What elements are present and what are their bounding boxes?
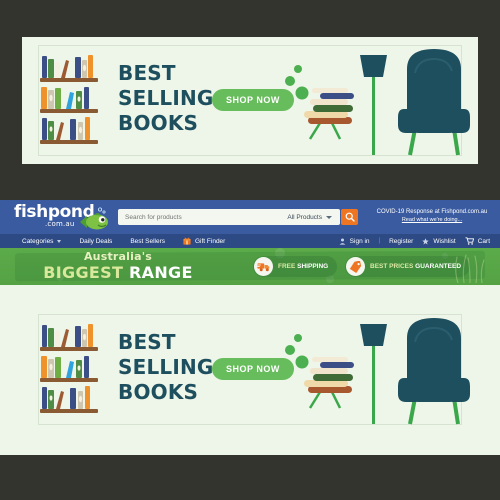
nav-item-gift-finder[interactable]: Gift Finder — [183, 237, 225, 245]
bookshelf-illustration — [40, 55, 98, 144]
headline-line-1: BEST — [118, 330, 176, 354]
fish-mascot-icon — [80, 207, 108, 230]
sign-in-link[interactable]: Sign in — [339, 238, 370, 245]
cart-label: Cart — [477, 237, 490, 245]
nav-item-best-sellers[interactable]: Best Sellers — [130, 238, 165, 245]
star-icon — [422, 237, 430, 244]
nav-left-group: Categories Daily Deals Best Sellers Gift… — [0, 237, 225, 245]
banner-headline: BEST SELLING BOOKS — [118, 330, 214, 405]
headline-line-3: BOOKS — [118, 380, 199, 404]
headline-line-3: BOOKS — [118, 111, 199, 135]
price-tag-icon — [346, 257, 365, 276]
site-mockup: fishpond. .com.au All Products — [0, 200, 500, 455]
promo-range: RANGE — [129, 263, 193, 282]
covid-notice[interactable]: COVID-19 Response at Fishpond.com.au Rea… — [367, 208, 497, 224]
cart-link[interactable]: Cart — [465, 237, 490, 245]
search-icon — [345, 212, 355, 222]
chevron-down-icon[interactable] — [326, 215, 332, 219]
headline-line-1: BEST — [118, 61, 176, 85]
register-link[interactable]: Register — [389, 238, 413, 245]
wishlist-link[interactable]: Wishlist — [422, 237, 456, 245]
site-banner-bestselling-books: BEST SELLING BOOKS SHOP NOW — [22, 306, 478, 433]
search-category-select[interactable]: All Products — [287, 214, 326, 221]
headline-line-2: SELLING — [118, 86, 214, 110]
screenshot-root: BEST SELLING BOOKS SHOP NOW fishpond. .c… — [0, 0, 500, 500]
covid-notice-link[interactable]: Read what we're doing... — [367, 216, 497, 224]
truck-icon — [254, 257, 273, 276]
chevron-down-icon — [57, 239, 62, 243]
nav-item-daily-deals[interactable]: Daily Deals — [79, 238, 112, 245]
nav-separator: | — [378, 238, 381, 244]
promo-line-1: Australia's — [83, 250, 153, 263]
site-header: fishpond. .com.au All Products — [0, 200, 500, 234]
reading-corner-illustration — [285, 318, 470, 425]
user-icon — [339, 238, 346, 245]
sign-in-label: Sign in — [349, 237, 370, 245]
nav-label-categories: Categories — [22, 237, 54, 245]
covid-notice-title: COVID-19 Response at Fishpond.com.au — [376, 209, 488, 215]
bookshelf-illustration — [40, 324, 98, 413]
badge-free-shipping-label: FREE SHIPPING — [278, 263, 329, 270]
standalone-banner-preview: BEST SELLING BOOKS SHOP NOW — [22, 37, 478, 164]
promo-biggest: BIGGEST — [43, 263, 124, 282]
reading-corner-illustration — [285, 49, 470, 156]
search-input[interactable] — [118, 213, 288, 221]
gift-icon — [183, 237, 191, 245]
promo-line-2: BIGGEST RANGE — [18, 264, 218, 282]
nav-label-gift-finder: Gift Finder — [195, 237, 226, 245]
nav-item-categories[interactable]: Categories — [22, 237, 62, 245]
seaweed-decoration — [455, 254, 485, 283]
banner-headline: BEST SELLING BOOKS — [118, 61, 214, 136]
promo-headline: Australia's BIGGEST RANGE — [18, 250, 218, 282]
headline-line-2: SELLING — [118, 355, 214, 379]
badge-free-shipping: FREE SHIPPING — [253, 256, 338, 277]
search-bar[interactable]: All Products — [118, 209, 340, 225]
search-button[interactable] — [341, 209, 358, 225]
logo-domain: .com.au — [45, 220, 75, 228]
fishpond-logo[interactable]: fishpond. .com.au — [14, 204, 118, 232]
wishlist-label: Wishlist — [433, 237, 456, 245]
main-navigation: Categories Daily Deals Best Sellers Gift… — [0, 234, 500, 248]
promo-band: Australia's BIGGEST RANGE FREE SHIPPING … — [0, 248, 500, 285]
cart-icon — [465, 237, 474, 245]
account-links: Sign in | Register Wishlist Cart — [339, 234, 490, 248]
